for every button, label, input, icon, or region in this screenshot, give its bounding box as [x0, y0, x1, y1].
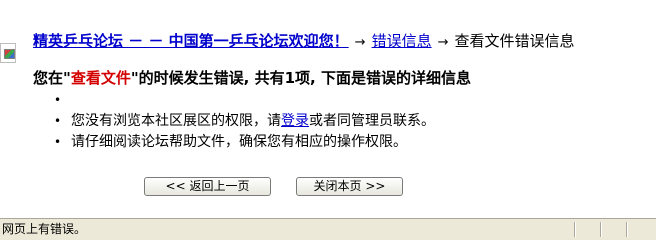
login-link[interactable]: 登录 [281, 113, 309, 129]
error-reason-list: • • 您没有浏览本社区展区的权限，请登录或者同管理员联系。 • 请仔细阅读论坛… [33, 90, 435, 153]
status-bar: 网页上有错误。 [0, 218, 656, 240]
reason-text: 您没有浏览本社区展区的权限，请 [71, 113, 281, 129]
breadcrumb: 精英乒乓论坛 － － 中国第一乒乓论坛欢迎您！ → 错误信息 → 查看文件错误信息 [33, 31, 575, 53]
list-item: • 您没有浏览本社区展区的权限，请登录或者同管理员联系。 [33, 111, 435, 132]
breadcrumb-current: 查看文件错误信息 [454, 32, 575, 50]
reason-text: 或者同管理员联系。 [309, 113, 435, 129]
headline-prefix: 您在" [33, 69, 71, 87]
bullet-icon: • [54, 93, 62, 107]
bullet-icon: • [54, 135, 62, 149]
headline-action: 查看文件 [70, 69, 131, 87]
back-button[interactable]: << 返回上一页 [144, 177, 271, 196]
status-divider [600, 222, 602, 237]
list-item: • 请仔细阅读论坛帮助文件，确保您有相应的操作权限。 [33, 132, 435, 153]
error-info-link[interactable]: 错误信息 [372, 32, 432, 50]
broken-image-icon [0, 43, 16, 63]
breadcrumb-arrow-icon: → [437, 35, 449, 50]
reason-text: 请仔细阅读论坛帮助文件，确保您有相应的操作权限。 [71, 134, 407, 150]
error-headline: 您在"查看文件"的时候发生错误, 共有1项, 下面是错误的详细信息 [33, 68, 471, 88]
status-divider [574, 222, 576, 237]
breadcrumb-arrow-icon: → [354, 35, 366, 50]
forum-home-link[interactable]: 精英乒乓论坛 － － 中国第一乒乓论坛欢迎您！ [33, 32, 349, 50]
status-text: 网页上有错误。 [2, 222, 87, 236]
headline-suffix: "的时候发生错误, 共有1项, 下面是错误的详细信息 [130, 69, 471, 87]
image-placeholder-icon [4, 49, 15, 59]
close-page-button[interactable]: 关闭本页 >> [296, 177, 403, 196]
list-item: • [33, 90, 435, 111]
browser-page: 精英乒乓论坛 － － 中国第一乒乓论坛欢迎您！ → 错误信息 → 查看文件错误信息 您在… [0, 0, 656, 240]
bullet-icon: • [54, 114, 62, 128]
status-divider [626, 222, 628, 237]
